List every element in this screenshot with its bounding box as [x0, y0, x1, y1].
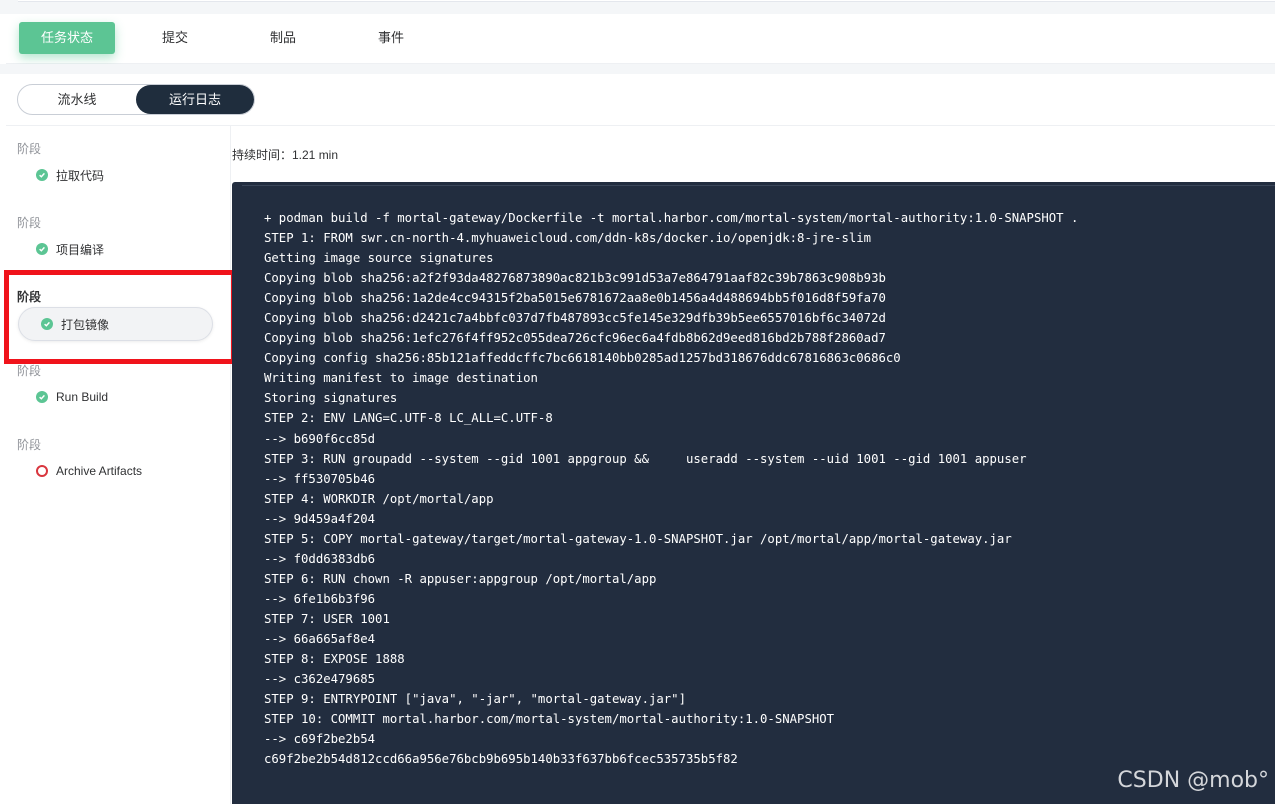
log-line: STEP 7: USER 1001 [264, 611, 390, 626]
log-line: Copying blob sha256:1efc276f4ff952c055de… [264, 331, 886, 346]
stage-label: 阶段 [17, 216, 42, 230]
log-line: + podman build -f mortal-gateway/Dockerf… [264, 211, 1079, 225]
watermark: CSDN @mob° [1117, 768, 1269, 793]
log-line: --> 9d459a4f204 [264, 511, 376, 526]
log-line: --> c362e479685 [264, 672, 376, 687]
view-toolbar: 流水线 运行日志 [6, 74, 1275, 126]
stage-item-archive-artifacts[interactable]: Archive Artifacts [36, 460, 142, 482]
log-line: STEP 8: EXPOSE 1888 [264, 652, 405, 667]
log-line: --> ff530705b46 [264, 471, 376, 486]
stage-item-pull-code[interactable]: 拉取代码 [36, 164, 104, 186]
stage-sidebar: 阶段 拉取代码 阶段 项目编译 阶段 打包镜像 阶段 Run Build 阶段 … [6, 126, 231, 804]
log-line: STEP 6: RUN chown -R appuser:appgroup /o… [264, 571, 657, 586]
stage-item-label: 拉取代码 [56, 168, 105, 183]
stage-item-label: Run Build [56, 390, 109, 404]
log-line: Copying blob sha256:1a2de4cc94315f2ba501… [264, 291, 886, 306]
success-check-icon [36, 169, 48, 181]
log-line: --> f0dd6383db6 [264, 551, 376, 566]
log-panel[interactable]: + podman build -f mortal-gateway/Dockerf… [232, 182, 1275, 804]
tab-events[interactable]: 事件 [362, 22, 420, 54]
log-line: --> 6fe1b6b3f96 [264, 591, 376, 606]
tab-bar: 任务状态 提交 制品 事件 [6, 14, 1275, 64]
tab-commits[interactable]: 提交 [146, 22, 204, 54]
log-output: + podman build -f mortal-gateway/Dockerf… [264, 208, 1078, 769]
log-line: --> 66a665af8e4 [264, 631, 376, 646]
stage-item-run-build[interactable]: Run Build [36, 386, 108, 408]
pipeline-view-button[interactable]: 流水线 [18, 85, 136, 114]
success-check-icon [36, 391, 48, 403]
log-line: --> b690f6cc85d [264, 431, 376, 446]
log-line: STEP 9: ENTRYPOINT ["java", "-jar", "mor… [264, 692, 686, 707]
log-panel-divider [242, 182, 1275, 186]
tab-artifacts[interactable]: 制品 [254, 22, 312, 54]
tab-task-status[interactable]: 任务状态 [19, 22, 115, 54]
pending-circle-icon [36, 465, 48, 477]
view-toggle: 流水线 运行日志 [17, 84, 255, 115]
section-separator [0, 64, 1275, 74]
log-line: STEP 1: FROM swr.cn-north-4.myhuaweiclou… [264, 231, 872, 246]
log-line: Storing signatures [264, 391, 398, 406]
log-line: STEP 4: WORKDIR /opt/mortal/app [264, 491, 494, 506]
stage-label: 阶段 [17, 364, 42, 378]
stage-item-compile[interactable]: 项目编译 [36, 238, 104, 260]
success-check-icon [36, 243, 48, 255]
log-line: Writing manifest to image destination [264, 371, 538, 386]
log-line: --> c69f2be2b54 [264, 732, 376, 747]
highlight-annotation-box [4, 270, 236, 364]
duration-text: 持续时间：1.21 min [232, 148, 339, 162]
log-line: STEP 2: ENV LANG=C.UTF-8 LC_ALL=C.UTF-8 [264, 411, 553, 426]
log-line: c69f2be2b54d812ccd66a956e76bcb9b695b140b… [264, 752, 738, 767]
log-line: Copying blob sha256:a2f2f93da48276873890… [264, 271, 886, 286]
log-line: Copying config sha256:85b121affeddcffc7b… [264, 351, 901, 366]
stage-item-label: 项目编译 [56, 242, 105, 257]
log-line: STEP 3: RUN groupadd --system --gid 1001… [264, 451, 1027, 466]
top-strip-border [18, 0, 1275, 2]
top-strip [0, 0, 1275, 14]
log-line: STEP 5: COPY mortal-gateway/target/morta… [264, 531, 1012, 546]
stage-item-label: Archive Artifacts [56, 464, 143, 478]
stage-label: 阶段 [17, 142, 42, 156]
stage-label: 阶段 [17, 438, 42, 452]
run-logs-view-button[interactable]: 运行日志 [136, 85, 254, 114]
log-line: STEP 10: COMMIT mortal.harbor.com/mortal… [264, 712, 835, 727]
log-line: Copying blob sha256:d2421c7a4bbfc037d7fb… [264, 311, 886, 326]
log-line: Getting image source signatures [264, 251, 494, 266]
